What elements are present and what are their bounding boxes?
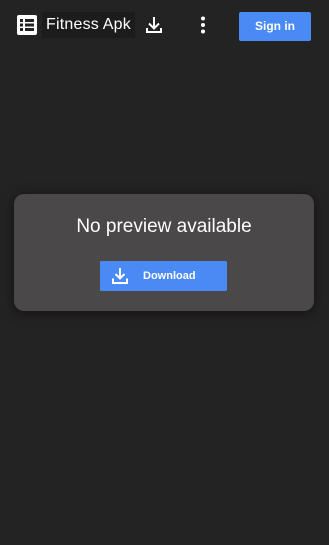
download-icon[interactable] <box>143 14 165 36</box>
top-bar: Fitness Apk Sign in <box>0 0 329 52</box>
download-button[interactable]: Download <box>100 261 227 291</box>
sign-in-button[interactable]: Sign in <box>239 12 311 41</box>
no-preview-message: No preview available <box>76 216 252 237</box>
more-vert-icon[interactable] <box>192 14 214 36</box>
document-icon[interactable] <box>17 15 37 35</box>
download-button-label: Download <box>143 270 196 282</box>
no-preview-card: No preview available Download <box>14 194 314 311</box>
download-icon <box>110 266 130 286</box>
document-title: Fitness Apk <box>42 12 135 38</box>
